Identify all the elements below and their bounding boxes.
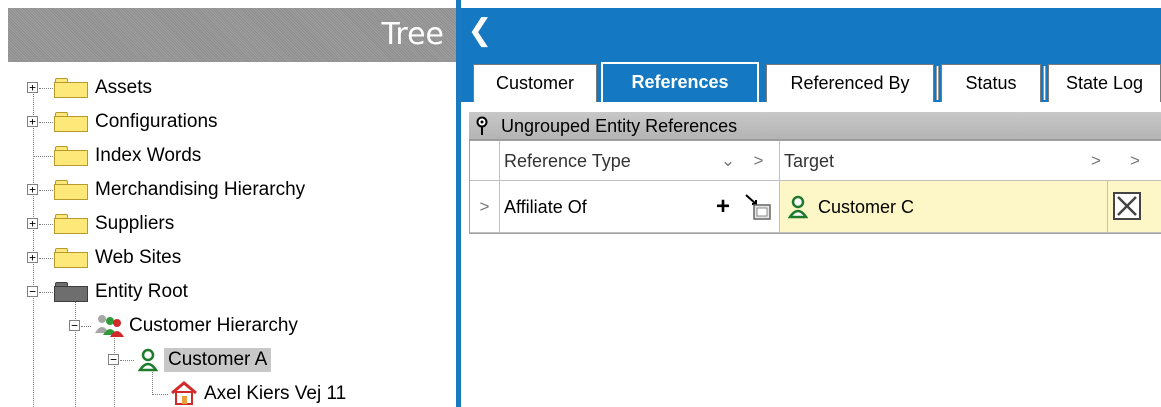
expand-icon[interactable]: + (27, 82, 38, 93)
tree-line (114, 336, 115, 407)
pin-icon[interactable] (475, 116, 489, 136)
tree-item-customer-hierarchy[interactable]: Customer Hierarchy (129, 314, 298, 338)
tab-strip: Customer References Referenced By Status… (461, 54, 1161, 102)
reference-type-cell[interactable]: Affiliate Of (500, 181, 738, 233)
tree-title: Tree (381, 17, 444, 52)
customer-icon (788, 195, 808, 219)
detail-panel: ❮ Customer References Referenced By Stat… (461, 0, 1161, 407)
panel-edge (0, 0, 8, 407)
tree-line (81, 326, 91, 327)
folder-icon (54, 180, 88, 200)
tree-item-customer-a[interactable]: Customer A (164, 348, 272, 372)
tree-line (39, 292, 53, 293)
tree-item-axel-kiers-vej-11[interactable]: Axel Kiers Vej 11 (204, 382, 346, 406)
link-entity-icon[interactable] (744, 193, 774, 223)
tab-separator (1043, 66, 1046, 100)
remove-reference-button[interactable] (1108, 181, 1161, 233)
tree-item-index-words[interactable]: Index Words (95, 144, 201, 168)
tab-separator (936, 66, 939, 100)
expand-icon[interactable]: + (27, 252, 38, 263)
tree-line (152, 394, 168, 395)
collapse-icon[interactable]: − (27, 286, 38, 297)
reference-type-value: Affiliate Of (504, 197, 587, 217)
tree-panel: Tree + Assets + Configurations Index Wor… (0, 0, 456, 407)
column-header-label: Target (784, 151, 835, 171)
tree-line (39, 88, 53, 89)
group-header[interactable]: Ungrouped Entity References (469, 112, 1161, 140)
back-chevron-icon[interactable]: ❮ (465, 13, 495, 49)
row-header-spacer (470, 141, 500, 181)
root-folder-icon (54, 282, 88, 302)
address-house-icon (171, 381, 197, 405)
expand-icon[interactable]: + (27, 116, 38, 127)
folder-icon (54, 146, 88, 166)
tree-line (120, 360, 134, 361)
chevron-down-icon[interactable]: ⌄ (718, 141, 738, 181)
tree-line (33, 82, 34, 407)
group-label: Ungrouped Entity References (501, 116, 738, 136)
column-header-reference-type[interactable]: Reference Type (500, 141, 738, 181)
tab-references[interactable]: References (601, 62, 759, 102)
tree-item-assets[interactable]: Assets (95, 76, 152, 100)
tree-item-suppliers[interactable]: Suppliers (95, 212, 174, 236)
folder-icon (54, 248, 88, 268)
collapse-icon[interactable]: − (108, 354, 119, 365)
tree-line (39, 190, 53, 191)
tree-line (39, 122, 53, 123)
folder-icon (54, 214, 88, 234)
tab-customer[interactable]: Customer (473, 64, 597, 102)
chevron-right-icon[interactable]: > (1108, 141, 1161, 181)
chevron-right-icon[interactable]: > (1084, 141, 1108, 181)
target-value: Customer C (818, 197, 915, 217)
customer-group-icon (95, 315, 124, 337)
detail-toolbar: ❮ (461, 8, 1161, 54)
tree-item-web-sites[interactable]: Web Sites (95, 246, 181, 270)
expand-icon[interactable]: + (27, 218, 38, 229)
tab-state-log[interactable]: State Log (1048, 64, 1161, 102)
tree-item-configurations[interactable]: Configurations (95, 110, 218, 134)
row-expand-chevron-icon[interactable]: > (470, 181, 500, 233)
tree-line (39, 258, 53, 259)
tree-line (39, 224, 53, 225)
tree-item-merchandising-hierarchy[interactable]: Merchandising Hierarchy (95, 178, 305, 202)
tree-line (152, 370, 153, 395)
target-cell[interactable]: Customer C (780, 181, 1108, 233)
expand-icon[interactable]: + (27, 184, 38, 195)
references-grid: Reference Type ⌄ > Target > > > Affiliat… (469, 140, 1161, 234)
customer-icon (138, 348, 158, 372)
tree-item-entity-root[interactable]: Entity Root (95, 280, 188, 304)
tree-line (75, 302, 76, 407)
folder-icon (54, 112, 88, 132)
references-content: Ungrouped Entity References Reference Ty… (461, 102, 1161, 407)
tab-status[interactable]: Status (941, 64, 1041, 102)
column-header-label: Reference Type (504, 151, 631, 171)
chevron-right-icon[interactable]: > (738, 141, 780, 181)
column-header-target[interactable]: Target (780, 141, 1108, 181)
add-reference-button[interactable]: + (708, 181, 738, 233)
tab-referenced-by[interactable]: Referenced By (766, 64, 934, 102)
tree-header: Tree (8, 8, 456, 62)
collapse-icon[interactable]: − (69, 320, 80, 331)
delete-x-icon[interactable] (1112, 191, 1142, 221)
tree-line (33, 156, 53, 157)
folder-icon (54, 78, 88, 98)
link-target-cell[interactable] (738, 181, 780, 233)
